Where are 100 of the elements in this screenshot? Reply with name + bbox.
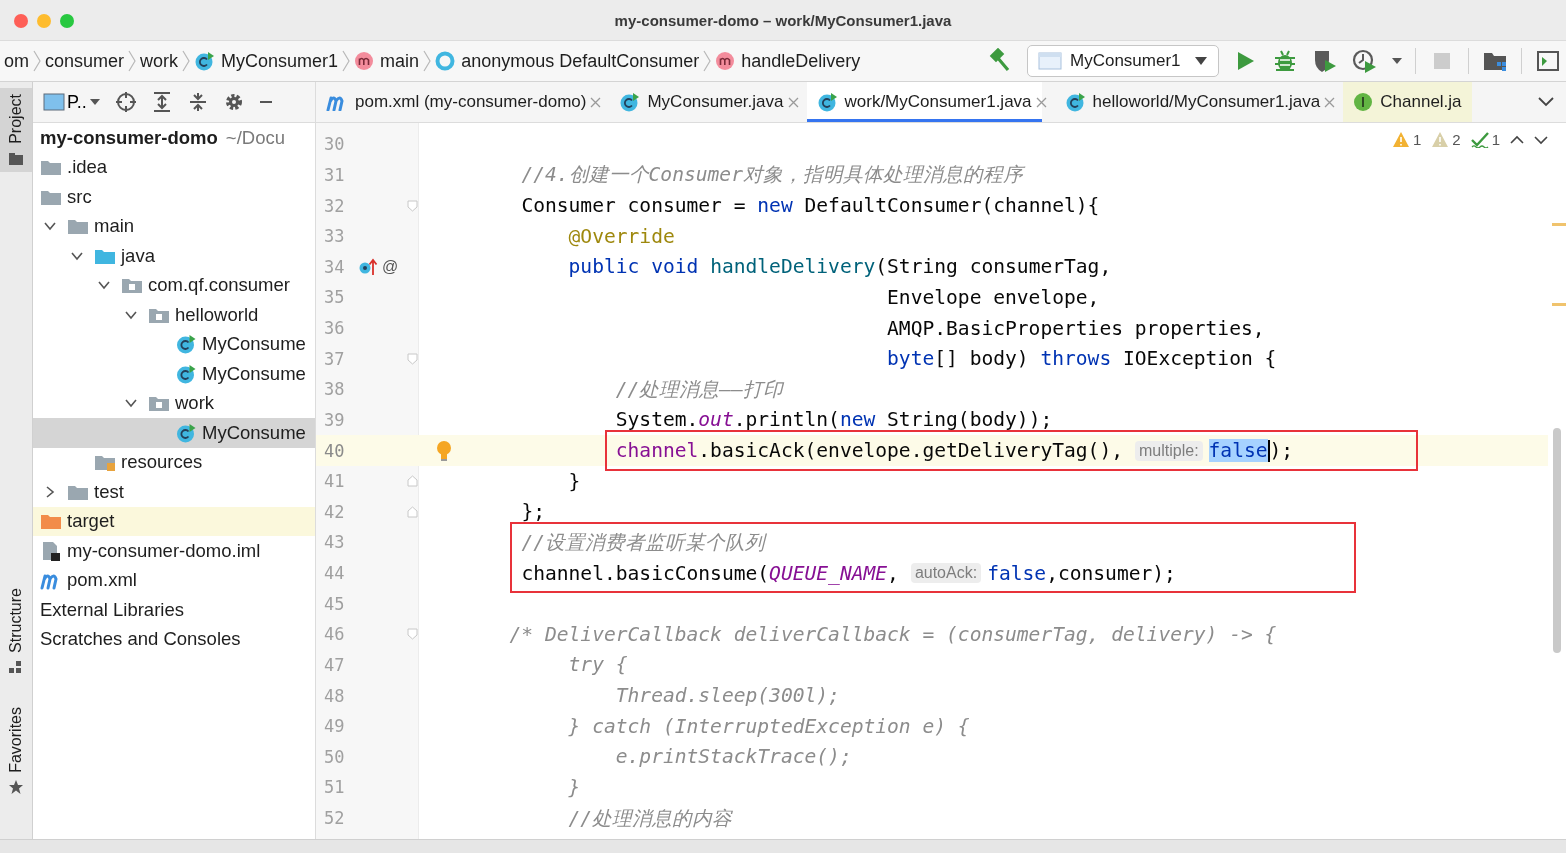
- tree-item[interactable]: helloworld: [33, 300, 315, 330]
- keyword: throws: [1040, 347, 1112, 371]
- zoom-window-button[interactable]: [60, 14, 74, 28]
- field-name: QUEUE_NAME: [769, 561, 888, 585]
- close-window-button[interactable]: [14, 14, 28, 28]
- line-number: 39: [323, 409, 346, 430]
- code-text: channel.basicConsume(: [521, 561, 770, 585]
- tree-item[interactable]: MyConsume: [33, 418, 315, 448]
- tree-item[interactable]: my-consumer-domo.iml: [33, 536, 315, 566]
- editor-tab[interactable]: Channel.ja: [1343, 82, 1472, 122]
- tool-window-tab[interactable]: Structure: [0, 581, 32, 681]
- code-text: .basicAck(envelope.getDeliveryTag(),: [698, 439, 1123, 463]
- tool-window-tab[interactable]: Project: [0, 88, 32, 172]
- field-name: channel: [615, 439, 699, 463]
- check-icon[interactable]: [1470, 131, 1489, 148]
- tree-item[interactable]: Scratches and Consoles: [33, 624, 315, 654]
- override-icon[interactable]: [358, 256, 378, 277]
- view-selector-dropdown[interactable]: P..: [43, 91, 101, 113]
- line-number: 49: [323, 716, 346, 737]
- line-number: 38: [323, 379, 346, 400]
- code-text: ,consumer);: [1046, 561, 1176, 585]
- project-name: my-consumer-domo: [40, 126, 218, 149]
- tree-item[interactable]: MyConsume: [33, 329, 315, 359]
- project-path: ~/Docu: [225, 126, 285, 149]
- tree-item[interactable]: resources: [33, 447, 315, 477]
- line-number: 42: [323, 501, 346, 522]
- code-comment: /* DeliverCallback deliverCallback = (consumerTag, delivery) -> {: [509, 622, 1277, 646]
- code-text: (String consumerTag,: [875, 255, 1112, 279]
- line-number: 33: [323, 226, 346, 247]
- run-configuration-dropdown[interactable]: MyConsumer1: [1027, 45, 1219, 77]
- keyword: false: [987, 561, 1047, 585]
- class-icon: [194, 51, 216, 71]
- tree-item[interactable]: External Libraries: [33, 595, 315, 625]
- annotation-marker[interactable]: @: [382, 257, 399, 276]
- code-text: String(body));: [886, 408, 1053, 432]
- code-comment: } catch (InterruptedException e) {: [568, 714, 970, 738]
- problem-count: 1: [1412, 131, 1422, 148]
- tree-item[interactable]: MyConsume: [33, 359, 315, 389]
- lightbulb-icon[interactable]: [435, 440, 453, 463]
- scrollbar-thumb[interactable]: [1553, 428, 1561, 653]
- breadcrumb[interactable]: anonymous DefaultConsumer: [431, 50, 704, 72]
- editor-tab[interactable]: MyConsumer.java: [609, 82, 794, 122]
- editor-tab[interactable]: work/MyConsumer1.java: [806, 82, 1042, 122]
- locate-icon[interactable]: [114, 91, 137, 113]
- editor-tab[interactable]: helloworld/MyConsumer1.java: [1054, 82, 1331, 122]
- tree-item[interactable]: test: [33, 477, 315, 507]
- tree-item[interactable]: com.qf.consumer: [33, 270, 315, 300]
- tree-item[interactable]: src: [33, 182, 315, 212]
- profiler-icon[interactable]: [1352, 48, 1378, 74]
- window-panel-icon[interactable]: [1535, 48, 1561, 74]
- line-number: 32: [323, 195, 346, 216]
- code-comment: try {: [568, 653, 628, 677]
- method-icon: [354, 51, 375, 71]
- line-number: 51: [323, 777, 346, 798]
- problem-count: 2: [1452, 131, 1461, 148]
- caret-icon[interactable]: [1391, 57, 1403, 65]
- breadcrumb[interactable]: consumer: [41, 50, 129, 72]
- line-number: 31: [323, 164, 346, 185]
- close-icon[interactable]: [787, 96, 799, 108]
- breadcrumb[interactable]: om: [0, 50, 33, 72]
- chevron-separator-icon: [703, 50, 712, 72]
- line-number: 45: [323, 593, 346, 614]
- debug-icon[interactable]: [1272, 48, 1298, 74]
- annotation: @Override: [568, 224, 675, 248]
- selected-text: false: [1208, 439, 1268, 463]
- tree-item[interactable]: target: [33, 506, 315, 536]
- class-icon: [175, 334, 197, 355]
- close-icon[interactable]: [590, 96, 602, 108]
- editor-tab[interactable]: pom.xml (my-consumer-domo): [316, 82, 597, 122]
- breadcrumb[interactable]: main: [350, 50, 424, 72]
- breadcrumb[interactable]: handleDelivery: [711, 50, 865, 72]
- line-number: 50: [323, 746, 346, 767]
- tree-item[interactable]: work: [33, 388, 315, 418]
- window-title: my-consumer-domo – work/MyConsumer1.java: [614, 11, 952, 29]
- chevron-separator-icon: [33, 50, 41, 72]
- tree-item[interactable]: main: [33, 211, 315, 241]
- close-icon[interactable]: [1324, 96, 1336, 108]
- chevron-down-icon[interactable]: [1538, 97, 1554, 107]
- close-icon[interactable]: [1035, 96, 1047, 108]
- code-text: Consumer consumer =: [521, 194, 747, 218]
- code-text: }: [568, 469, 581, 493]
- window-icon: [43, 93, 65, 111]
- tree-item[interactable]: java: [33, 241, 315, 271]
- code-comment: }: [568, 775, 581, 799]
- line-number: 34: [323, 256, 346, 277]
- warning-icon[interactable]: [1391, 131, 1410, 148]
- tree-item[interactable]: .idea: [33, 152, 315, 182]
- chevron-separator-icon: [342, 50, 351, 72]
- breadcrumb[interactable]: MyConsumer1: [190, 50, 343, 72]
- code-text: ,: [887, 561, 899, 585]
- code-text: AMQP.BasicProperties properties,: [887, 316, 1265, 340]
- chevron-separator-icon: [423, 50, 432, 72]
- class-icon: [175, 422, 197, 443]
- tree-item[interactable]: my-consumer-domo ~/Docu: [33, 123, 315, 153]
- class-icon: [816, 92, 838, 112]
- breadcrumb[interactable]: work: [136, 50, 183, 72]
- tree-item[interactable]: pom.xml: [33, 565, 315, 595]
- tool-window-tab[interactable]: Favorites: [0, 700, 32, 801]
- coverage-icon[interactable]: [1312, 48, 1338, 74]
- structure-icon: [8, 658, 24, 675]
